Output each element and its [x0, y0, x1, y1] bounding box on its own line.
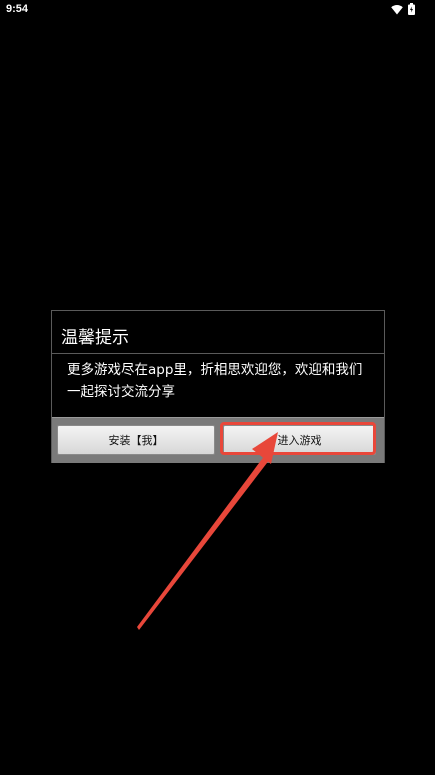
dialog-title: 温馨提示 [61, 328, 129, 348]
title-divider [52, 353, 384, 354]
wifi-icon [391, 4, 403, 14]
alert-dialog: 温馨提示 更多游戏尽在app里，折相思欢迎您，欢迎和我们一起探讨交流分享 安装【… [51, 310, 385, 463]
dialog-message: 更多游戏尽在app里，折相思欢迎您，欢迎和我们一起探讨交流分享 [67, 362, 363, 400]
battery-icon [408, 3, 415, 15]
dialog-button-bar: 安装【我】 进入游戏 [52, 417, 384, 463]
status-bar: 9:54 [0, 0, 435, 22]
install-button[interactable]: 安装【我】 [57, 425, 215, 455]
arrow-shaft [137, 455, 270, 630]
enter-game-button[interactable]: 进入游戏 [223, 425, 376, 455]
status-time: 9:54 [6, 3, 29, 15]
status-icons [391, 3, 415, 15]
